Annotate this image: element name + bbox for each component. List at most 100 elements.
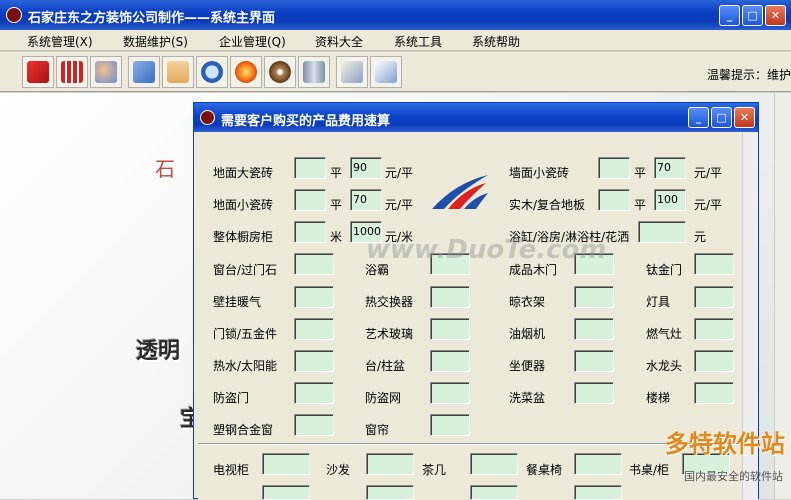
brand-watermark-subtitle: 国内最安全的软件站: [684, 470, 783, 483]
unit-bathtub: 元: [694, 230, 707, 244]
menu-system-manage[interactable]: 系统管理(X): [27, 33, 93, 50]
checklist-icon[interactable]: [336, 56, 368, 88]
close-button[interactable]: ✕: [765, 5, 786, 26]
input-item-c2-3[interactable]: [430, 350, 470, 372]
input-furniture-0[interactable]: [262, 453, 310, 475]
background-text-2: 透明: [136, 339, 181, 364]
background-text-1: 石: [155, 157, 175, 181]
label-furniture-1: 沙发: [326, 463, 351, 477]
label-wall-small-tile: 墙面小瓷砖: [509, 166, 570, 180]
label-wood-floor: 实木/复合地板: [509, 198, 586, 212]
dialog-maximize-button[interactable]: □: [711, 107, 732, 128]
input-item-c3-4[interactable]: [574, 382, 614, 404]
input-furniture-1[interactable]: [366, 453, 414, 475]
input-item-c1-2[interactable]: [294, 318, 334, 340]
menu-help[interactable]: 系统帮助: [472, 33, 520, 50]
flame-icon[interactable]: [230, 56, 262, 88]
input-furniture-2[interactable]: [470, 453, 518, 475]
input-item-c4-4[interactable]: [694, 382, 734, 404]
menu-resources[interactable]: 资料大全: [315, 33, 363, 50]
input-item-c4-3[interactable]: [694, 350, 734, 372]
label-item-c1-0: 窗台/过门石: [213, 263, 278, 277]
input-wall-small-tile-price[interactable]: 70: [654, 157, 686, 179]
input-item-c1-3[interactable]: [294, 350, 334, 372]
calculator-icon[interactable]: [56, 56, 88, 88]
minimize-button[interactable]: _: [719, 5, 740, 26]
input-wall-small-tile-area[interactable]: [598, 157, 630, 179]
label-item-c1-1: 壁挂暖气: [213, 295, 262, 309]
input-item-c2-4[interactable]: [430, 382, 470, 404]
input-next-row-3[interactable]: [574, 485, 622, 500]
disc-icon[interactable]: [264, 56, 296, 88]
settings-icon[interactable]: [128, 56, 160, 88]
menu-bar: 系统管理(X) 数据维护(S) 企业管理(Q) 资料大全 系统工具 系统帮助: [0, 30, 791, 51]
dialog-title: 需要客户购买的产品费用速算: [221, 114, 391, 129]
label-floor-large-tile: 地面大瓷砖: [213, 166, 274, 180]
users-icon[interactable]: [90, 56, 122, 88]
label-item-c4-4: 楼梯: [646, 391, 671, 405]
label-item-c3-4: 洗菜盆: [509, 391, 546, 405]
input-item-c1-5[interactable]: [294, 414, 334, 436]
label-furniture-3: 餐桌椅: [526, 463, 563, 477]
export-icon[interactable]: [370, 56, 402, 88]
input-next-row-1[interactable]: [366, 485, 414, 500]
toolbar: 温馨提示：维护: [0, 52, 791, 92]
input-item-c3-3[interactable]: [574, 350, 614, 372]
label-floor-small-tile: 地面小瓷砖: [213, 198, 274, 212]
search-icon[interactable]: [196, 56, 228, 88]
input-item-c2-1[interactable]: [430, 286, 470, 308]
label-item-c3-2: 油烟机: [509, 327, 546, 341]
label-item-c4-2: 燃气灶: [646, 327, 683, 341]
unit-wood-floor: 平: [634, 198, 647, 212]
input-item-c3-1[interactable]: [574, 286, 614, 308]
label-item-c3-1: 晾衣架: [509, 295, 546, 309]
unit-price-wall-small-tile: 元/平: [694, 166, 723, 180]
label-item-c2-1: 热交换器: [365, 295, 414, 309]
input-item-c1-4[interactable]: [294, 382, 334, 404]
dialog-close-button[interactable]: ✕: [734, 107, 755, 128]
input-item-c3-2[interactable]: [574, 318, 614, 340]
edit-icon[interactable]: [22, 56, 54, 88]
input-floor-large-tile-area[interactable]: [294, 157, 326, 179]
input-item-c1-0[interactable]: [294, 253, 334, 275]
input-next-row-0[interactable]: [262, 485, 310, 500]
person-icon[interactable]: [162, 56, 194, 88]
main-titlebar: 石家庄东之方装饰公司制作——系统主界面 _ □ ✕: [0, 0, 791, 30]
maximize-button[interactable]: □: [742, 5, 763, 26]
label-item-c4-1: 灯具: [646, 295, 671, 309]
input-floor-large-tile-price[interactable]: 90: [350, 157, 382, 179]
input-wood-floor-area[interactable]: [598, 189, 630, 211]
company-logo: [432, 175, 488, 209]
app-icon: [6, 7, 22, 23]
label-item-c4-3: 水龙头: [646, 359, 683, 373]
label-furniture-2: 茶几: [422, 463, 447, 477]
label-item-c2-2: 艺术玻璃: [365, 327, 414, 341]
menu-data-maintenance[interactable]: 数据维护(S): [123, 33, 188, 50]
building-icon[interactable]: [298, 56, 330, 88]
input-bathtub-cost[interactable]: [638, 221, 686, 243]
input-item-c1-1[interactable]: [294, 286, 334, 308]
menu-enterprise[interactable]: 企业管理(Q): [219, 33, 286, 50]
input-item-c4-0[interactable]: [694, 253, 734, 275]
unit-floor-large-tile: 平: [330, 166, 343, 180]
label-furniture-0: 电视柜: [213, 463, 250, 477]
input-floor-small-tile-area[interactable]: [294, 189, 326, 211]
input-item-c4-2[interactable]: [694, 318, 734, 340]
input-kitchen-cabinet-length[interactable]: [294, 221, 326, 243]
input-item-c4-1[interactable]: [694, 286, 734, 308]
unit-price-floor-small-tile: 元/平: [385, 198, 414, 212]
input-item-c2-2[interactable]: [430, 318, 470, 340]
dialog-minimize-button[interactable]: _: [688, 107, 709, 128]
input-item-c2-5[interactable]: [430, 414, 470, 436]
input-wood-floor-price[interactable]: 100: [654, 189, 686, 211]
input-furniture-3[interactable]: [574, 453, 622, 475]
unit-kitchen-cabinet: 米: [330, 230, 343, 244]
label-item-c1-2: 门锁/五金件: [213, 327, 278, 341]
input-next-row-2[interactable]: [470, 485, 518, 500]
label-item-c1-4: 防盗门: [213, 391, 250, 405]
label-item-c3-3: 坐便器: [509, 359, 546, 373]
label-item-c1-5: 塑钢合金窗: [213, 423, 274, 437]
menu-tools[interactable]: 系统工具: [394, 33, 442, 50]
input-floor-small-tile-price[interactable]: 70: [350, 189, 382, 211]
label-item-c1-3: 热水/太阳能: [213, 359, 278, 373]
